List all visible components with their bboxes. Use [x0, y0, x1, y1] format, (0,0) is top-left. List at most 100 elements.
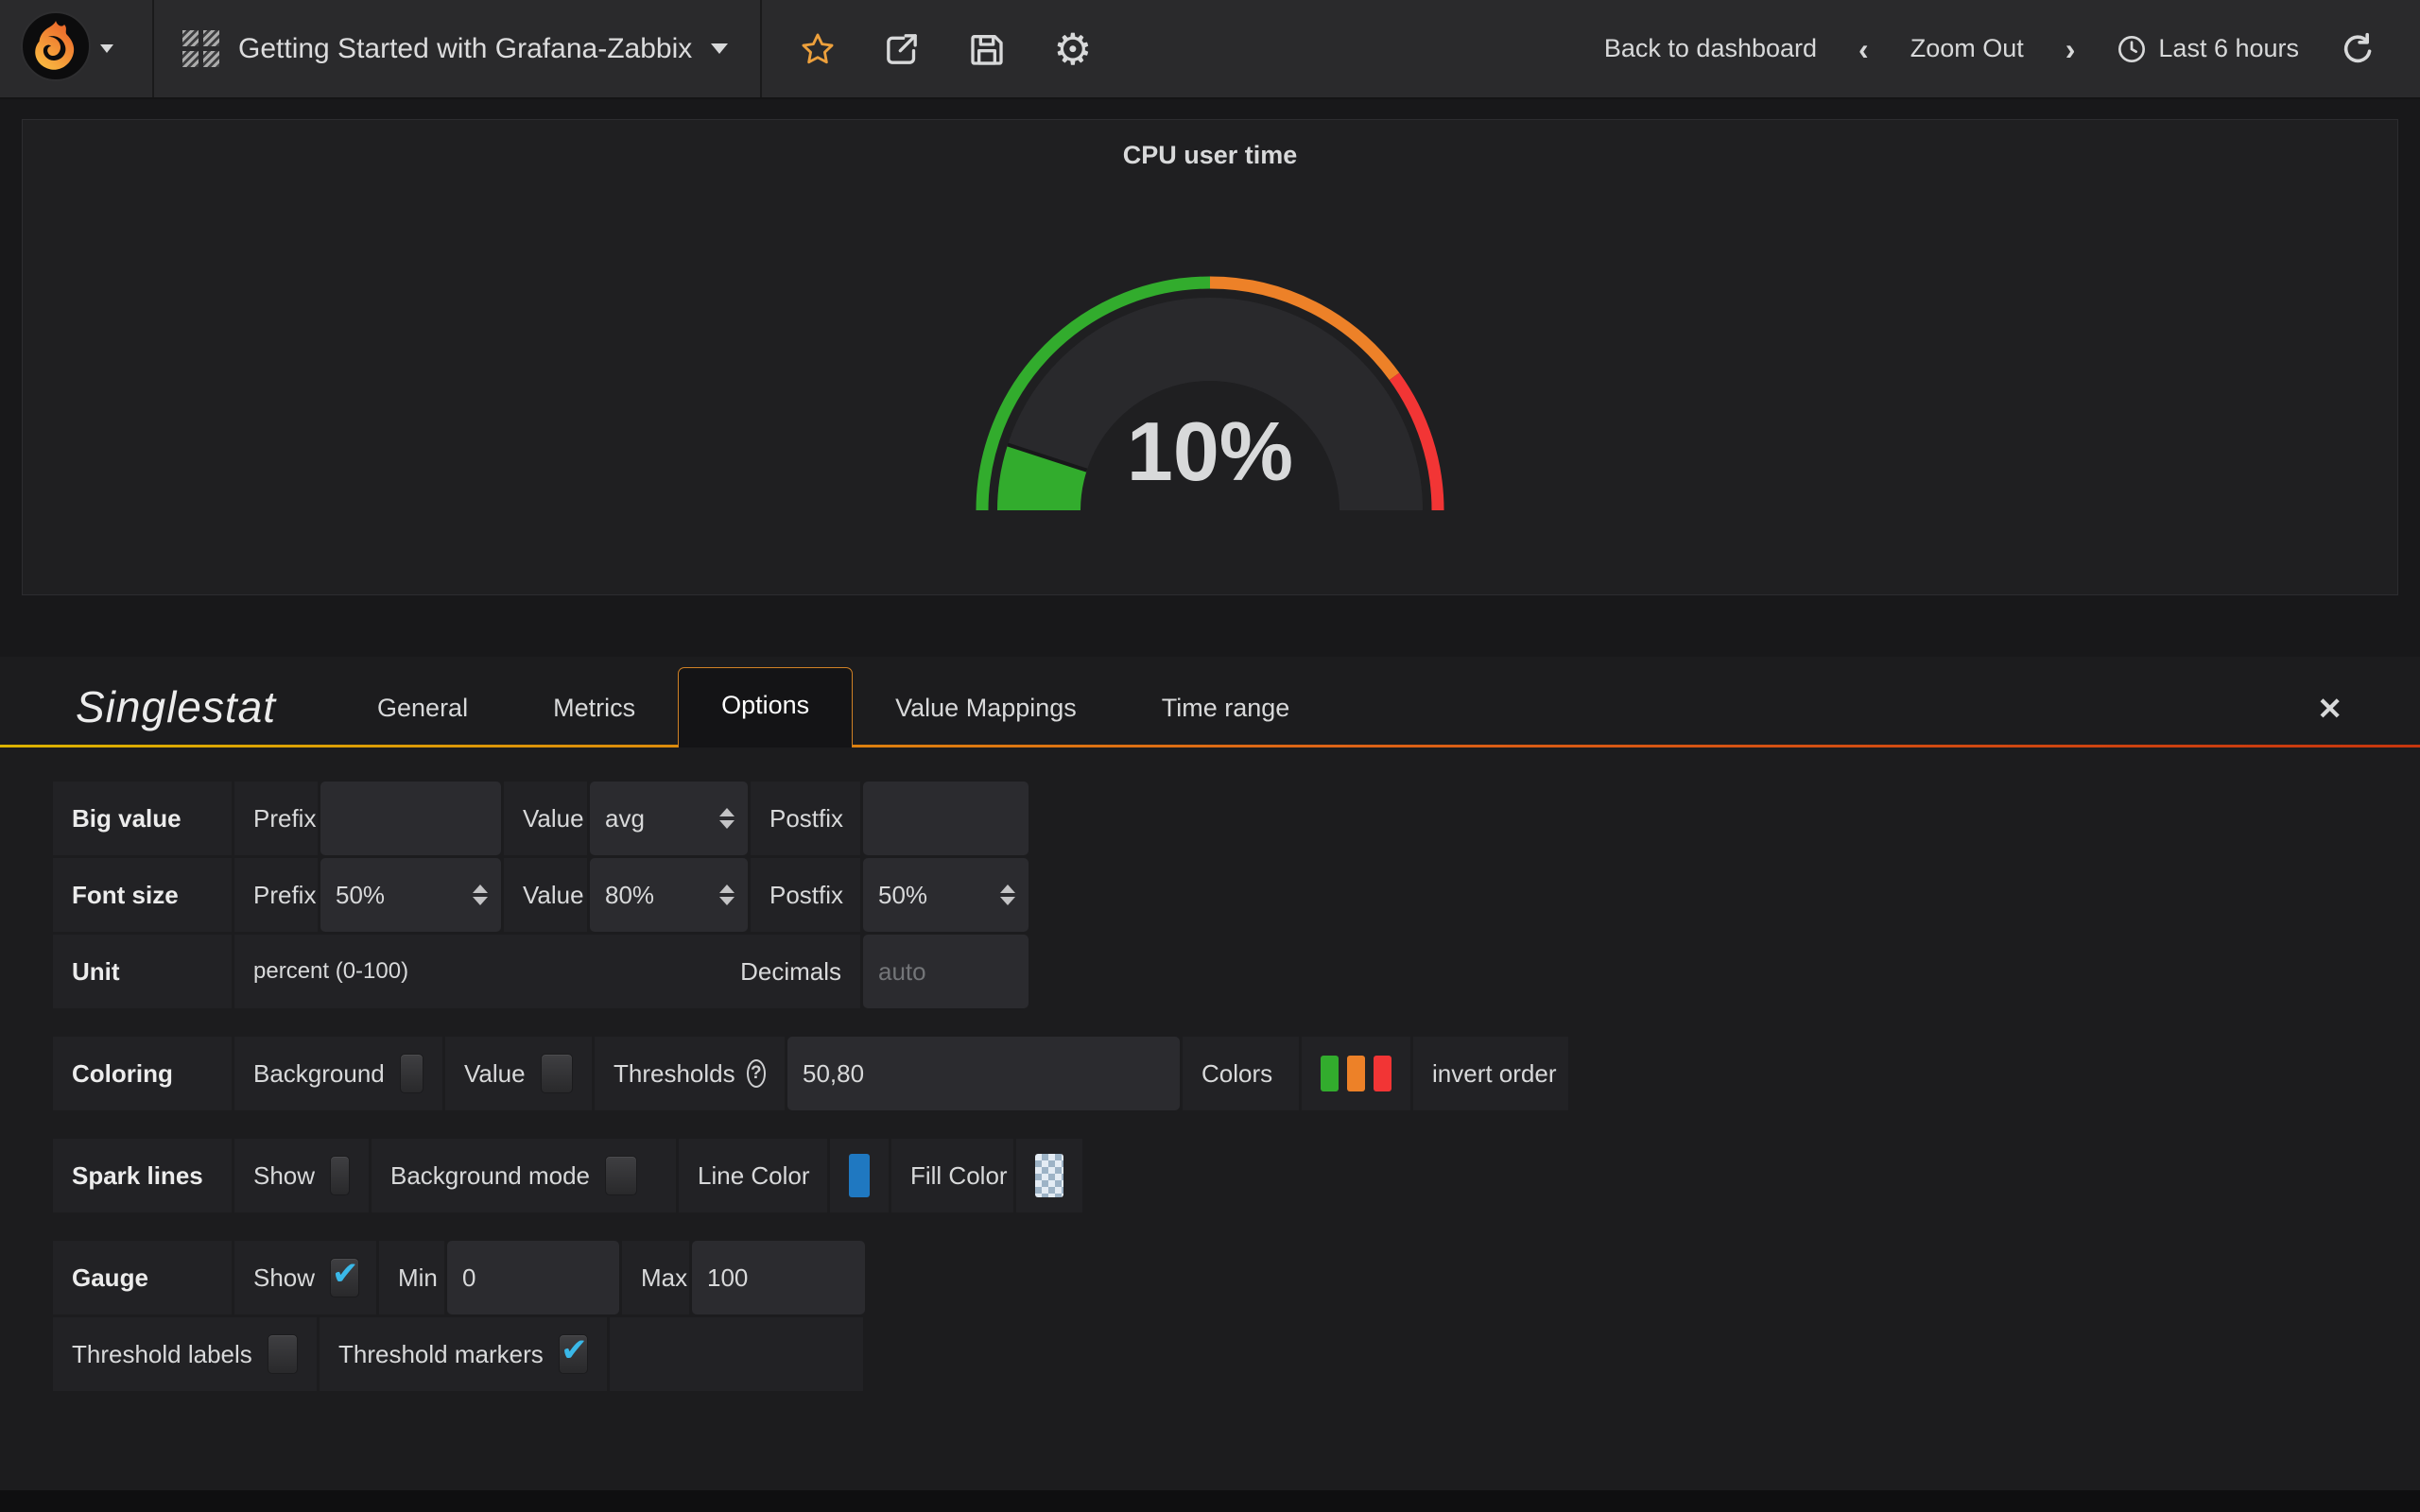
unit-value-link[interactable]: percent (0-100): [253, 958, 408, 985]
green-swatch[interactable]: [1321, 1056, 1339, 1091]
time-range-button[interactable]: Last 6 hours: [2117, 34, 2299, 64]
sparklines-group: Spark lines Show Background mode Line Co…: [53, 1139, 2420, 1212]
prefix-size-select[interactable]: 50%: [320, 858, 501, 932]
share-button[interactable]: [883, 30, 921, 68]
coloring-group: Coloring Background Value Thresholds ?: [53, 1037, 2420, 1110]
line-color-label: Line Color: [679, 1139, 827, 1212]
select-arrows-icon: [1000, 885, 1015, 905]
invert-order-button[interactable]: invert order: [1413, 1037, 1568, 1110]
settings-button[interactable]: ⚙: [1053, 27, 1092, 71]
red-swatch[interactable]: [1374, 1056, 1392, 1091]
dashboard-title-menu[interactable]: Getting Started with Grafana-Zabbix: [154, 0, 760, 97]
background-mode-checkbox[interactable]: [605, 1156, 637, 1195]
font-postfix-label: Postfix: [751, 858, 860, 932]
max-input-cell: [692, 1241, 865, 1314]
value-stat-selected: avg: [605, 804, 645, 833]
tab-general[interactable]: General: [335, 671, 510, 747]
tab-metrics[interactable]: Metrics: [510, 671, 678, 747]
footer-strip: [0, 1490, 2420, 1512]
editor-header: Singlestat General Metrics Options Value…: [0, 657, 2420, 747]
grafana-app: Getting Started with Grafana-Zabbix: [0, 0, 2420, 1512]
star-icon: [800, 31, 836, 67]
unit-cell: percent (0-100) Decimals: [234, 935, 860, 1008]
tab-time-range[interactable]: Time range: [1119, 671, 1333, 747]
star-button[interactable]: [800, 31, 836, 67]
panel-title[interactable]: CPU user time: [1123, 141, 1298, 170]
max-label: Max: [622, 1241, 689, 1314]
decimals-input-cell: [863, 935, 1028, 1008]
gauge-chart: 10%: [964, 253, 1456, 537]
refresh-icon: [2341, 32, 2375, 66]
zoom-out-button[interactable]: Zoom Out: [1910, 34, 2024, 63]
min-input-cell: [447, 1241, 619, 1314]
sparklines-row: Spark lines Show Background mode Line Co…: [53, 1139, 2420, 1212]
postfix-size-select[interactable]: 50%: [863, 858, 1028, 932]
back-to-dashboard-button[interactable]: Back to dashboard: [1604, 34, 1817, 63]
line-color-cell: [830, 1139, 889, 1212]
font-prefix-label: Prefix: [234, 858, 318, 932]
postfix-label: Postfix: [751, 782, 860, 855]
thresholds-label: Thresholds: [614, 1059, 735, 1089]
empty-cell: [610, 1317, 863, 1391]
coloring-background-checkbox[interactable]: [400, 1054, 424, 1093]
coloring-value-cell: Value: [445, 1037, 592, 1110]
decimals-label: Decimals: [740, 957, 841, 987]
postfix-input[interactable]: [878, 782, 1013, 855]
prefix-input[interactable]: [336, 782, 486, 855]
navbar-right: Back to dashboard ‹ Zoom Out › Last 6 ho…: [1604, 32, 2420, 66]
prefix-input-cell: [320, 782, 501, 855]
time-shift-left-button[interactable]: ‹: [1858, 34, 1869, 64]
tab-value-mappings[interactable]: Value Mappings: [853, 671, 1119, 747]
refresh-button[interactable]: [2341, 32, 2375, 66]
time-range-label: Last 6 hours: [2158, 34, 2299, 63]
select-arrows-icon: [719, 808, 735, 829]
prefix-size-selected: 50%: [336, 881, 385, 910]
max-input[interactable]: [707, 1241, 850, 1314]
sparklines-show-label: Show: [253, 1161, 315, 1191]
grafana-logo-icon: [21, 11, 91, 86]
coloring-background-label: Background: [253, 1059, 385, 1089]
coloring-value-checkbox[interactable]: [541, 1054, 573, 1093]
sparklines-show-checkbox[interactable]: [330, 1156, 350, 1195]
dashboard-area: CPU user time 10%: [0, 99, 2420, 657]
gauge-show-checkbox[interactable]: ✔: [330, 1258, 359, 1297]
gauge-label: Gauge: [53, 1241, 232, 1314]
threshold-markers-cell: Threshold markers ✔: [320, 1317, 607, 1391]
min-label: Min: [379, 1241, 444, 1314]
postfix-size-selected: 50%: [878, 881, 927, 910]
thresholds-input[interactable]: [803, 1037, 1165, 1110]
threshold-labels-cell: Threshold labels: [53, 1317, 317, 1391]
tab-options[interactable]: Options: [678, 667, 853, 747]
value-label: Value: [504, 782, 587, 855]
fill-color-swatch[interactable]: [1035, 1154, 1063, 1197]
colors-label: Colors: [1183, 1037, 1299, 1110]
threshold-labels-checkbox[interactable]: [268, 1334, 298, 1374]
min-input[interactable]: [462, 1241, 604, 1314]
save-button[interactable]: [968, 30, 1006, 68]
gauge-value-text: 10%: [1127, 404, 1293, 498]
threshold-markers-checkbox[interactable]: ✔: [559, 1334, 588, 1374]
grafana-logo-menu[interactable]: [0, 0, 154, 97]
colors-swatches-cell: [1302, 1037, 1410, 1110]
close-editor-button[interactable]: ✕: [2317, 691, 2342, 727]
gauge-value-wedge: [1039, 457, 1047, 510]
time-shift-right-button[interactable]: ›: [2066, 34, 2076, 64]
dashboard-icon: [182, 30, 219, 67]
background-mode-cell: Background mode: [372, 1139, 676, 1212]
value-size-selected: 80%: [605, 881, 654, 910]
gauge-show-cell: Show ✔: [234, 1241, 376, 1314]
select-arrows-icon: [473, 885, 488, 905]
value-stat-select[interactable]: avg: [590, 782, 748, 855]
tab-underline: [0, 745, 2420, 747]
prefix-label: Prefix: [234, 782, 318, 855]
value-size-select[interactable]: 80%: [590, 858, 748, 932]
clock-icon: [2117, 34, 2147, 64]
orange-swatch[interactable]: [1347, 1056, 1365, 1091]
coloring-value-label: Value: [464, 1059, 526, 1089]
panel-editor: Singlestat General Metrics Options Value…: [0, 657, 2420, 1490]
thresholds-help-icon[interactable]: ?: [747, 1059, 766, 1088]
dashboard-title: Getting Started with Grafana-Zabbix: [238, 33, 692, 65]
decimals-input[interactable]: [878, 935, 1013, 1008]
line-color-swatch[interactable]: [849, 1154, 870, 1197]
navbar-actions: ⚙: [760, 0, 1130, 97]
